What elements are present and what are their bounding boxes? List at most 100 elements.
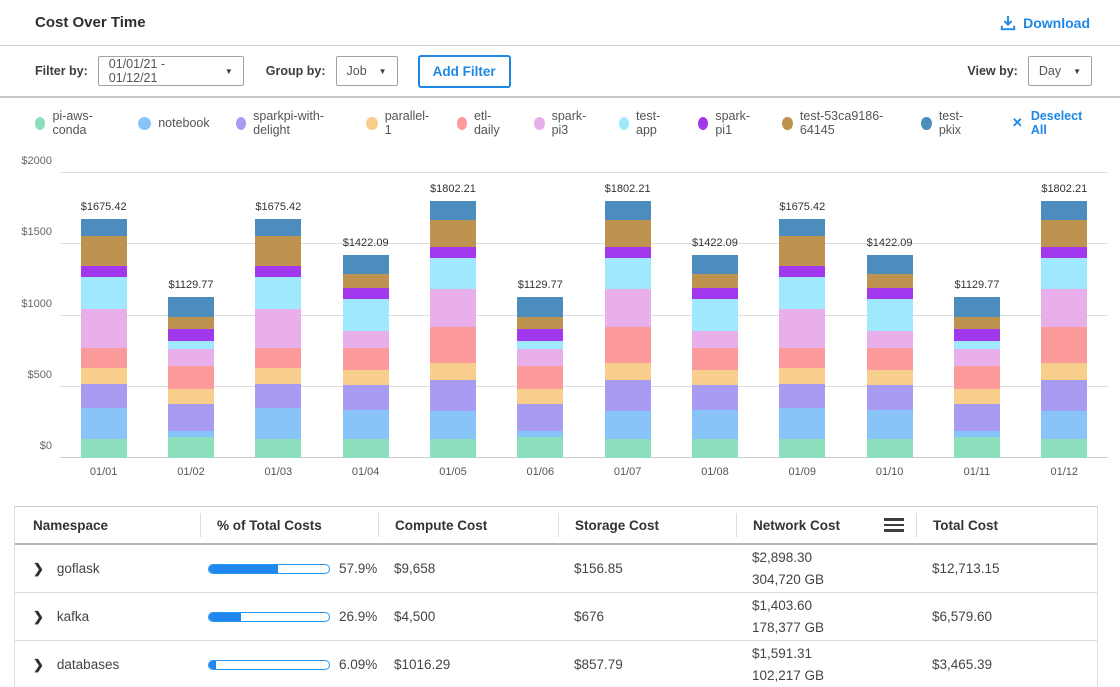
cost-over-time-panel: Cost Over Time Download Filter by: 01/01… [0, 0, 1120, 687]
legend-item-sparkpi-with-delight[interactable]: sparkpi-with-delight [236, 109, 340, 137]
x-axis-tick: 01/06 [497, 466, 584, 478]
legend-item-pi-aws-conda[interactable]: pi-aws-conda [35, 109, 112, 137]
bar-segment-pi-aws-conda [954, 437, 1000, 458]
chart-bar-01/02[interactable] [168, 297, 214, 458]
chart-bar-01/03[interactable] [255, 219, 301, 458]
chart-bar-01/06[interactable] [517, 297, 563, 458]
total-cost: $3,465.39 [916, 657, 1097, 672]
legend-label: pi-aws-conda [52, 109, 112, 137]
bar-total-label: $1129.77 [518, 279, 563, 291]
namespace-name: kafka [57, 609, 89, 624]
chart-bar-01/11[interactable] [954, 297, 1000, 458]
bar-segment-etl-daily [168, 366, 214, 389]
stacked-bar-chart: $0$500$1000$1500$2000$1675.42$1129.77$16… [0, 148, 1120, 500]
bar-total-label: $1675.42 [255, 201, 301, 213]
namespace-name: databases [57, 657, 119, 672]
view-by-select[interactable]: Day ▼ [1028, 56, 1092, 86]
bar-total-label: $1422.09 [867, 237, 913, 249]
network-cost: $1,403.60178,377 GB [736, 595, 916, 639]
bar-segment-parallel-1 [255, 368, 301, 384]
bar-segment-etl-daily [81, 348, 127, 368]
view-by-value: Day [1039, 64, 1061, 78]
bar-segment-test-53ca9186-64145 [692, 274, 738, 288]
legend-item-test-pkix[interactable]: test-pkix [921, 109, 975, 137]
bar-segment-test-53ca9186-64145 [81, 236, 127, 266]
date-range-select[interactable]: 01/01/21 - 01/12/21 ▼ [98, 56, 244, 86]
legend-item-parallel-1[interactable]: parallel-1 [366, 109, 430, 137]
bar-segment-sparkpi-with-delight [605, 380, 651, 412]
x-axis-tick: 01/12 [1021, 466, 1108, 478]
bar-total-label: $1802.21 [430, 183, 476, 195]
legend-item-test-app[interactable]: test-app [619, 109, 672, 137]
bars-container: $1675.42$1129.77$1675.42$1422.09$1802.21… [60, 173, 1108, 458]
bar-segment-etl-daily [255, 348, 301, 368]
bar-segment-test-pkix [343, 255, 389, 274]
chevron-down-icon: ▼ [379, 67, 387, 76]
legend-item-notebook[interactable]: notebook [138, 116, 209, 130]
chart-bar-01/05[interactable] [430, 201, 476, 458]
legend-label: parallel-1 [385, 109, 431, 137]
legend-item-test-53ca9186-64145[interactable]: test-53ca9186-64145 [782, 109, 895, 137]
bar-segment-test-app [255, 277, 301, 309]
bar-segment-pi-aws-conda [867, 439, 913, 458]
bar-segment-spark-pi1 [867, 288, 913, 299]
percent-progress-bar [208, 564, 330, 574]
group-by-select[interactable]: Job ▼ [336, 56, 398, 86]
bar-segment-test-53ca9186-64145 [343, 274, 389, 288]
legend-dot-icon [457, 117, 467, 130]
expand-chevron-icon[interactable]: ❯ [33, 657, 44, 673]
download-button[interactable]: Download [1000, 15, 1090, 31]
bar-segment-spark-pi1 [343, 288, 389, 299]
bar-segment-sparkpi-with-delight [343, 385, 389, 410]
chart-bar-01/10[interactable] [867, 255, 913, 458]
bar-segment-test-app [1041, 258, 1087, 290]
legend-item-spark-pi1[interactable]: spark-pi1 [698, 109, 756, 137]
bar-segment-pi-aws-conda [779, 439, 825, 458]
chart-bar-01/01[interactable] [81, 219, 127, 458]
bar-segment-notebook [779, 408, 825, 439]
bar-segment-spark-pi1 [779, 266, 825, 277]
network-cost: $2,898.30304,720 GB [736, 547, 916, 591]
column-menu-icon[interactable] [882, 516, 906, 534]
bar-segment-spark-pi1 [1041, 247, 1087, 257]
column-header-%-of-total-costs: % of Total Costs [200, 513, 378, 537]
legend-item-etl-daily[interactable]: etl-daily [457, 109, 509, 137]
chart-bar-01/09[interactable] [779, 219, 825, 458]
bar-segment-test-pkix [517, 297, 563, 316]
expand-chevron-icon[interactable]: ❯ [33, 609, 44, 625]
bar-segment-spark-pi1 [692, 288, 738, 299]
bar-segment-etl-daily [954, 366, 1000, 389]
chart-bar-01/12[interactable] [1041, 201, 1087, 458]
x-axis-tick: 01/07 [584, 466, 671, 478]
legend-item-spark-pi3[interactable]: spark-pi3 [534, 109, 592, 137]
expand-chevron-icon[interactable]: ❯ [33, 561, 44, 577]
y-axis-tick: $1500 [0, 226, 52, 238]
bar-segment-test-app [168, 341, 214, 348]
storage-cost: $156.85 [558, 561, 736, 576]
bar-segment-parallel-1 [779, 368, 825, 384]
deselect-all-button[interactable]: ✕ Deselect All [1012, 109, 1085, 137]
bar-segment-test-app [605, 258, 651, 290]
percent-label: 57.9% [339, 561, 377, 576]
legend-dot-icon [236, 117, 247, 130]
chart-bar-01/07[interactable] [605, 201, 651, 458]
legend-dot-icon [138, 117, 151, 130]
bar-segment-pi-aws-conda [692, 439, 738, 458]
deselect-all-label: Deselect All [1031, 109, 1085, 137]
bar-segment-sparkpi-with-delight [81, 384, 127, 408]
add-filter-button[interactable]: Add Filter [418, 55, 511, 88]
chart-bar-01/08[interactable] [692, 255, 738, 458]
legend-dot-icon [534, 117, 544, 130]
filter-by-label: Filter by: [35, 64, 88, 78]
bar-segment-sparkpi-with-delight [168, 404, 214, 432]
bar-segment-etl-daily [605, 327, 651, 364]
bar-segment-spark-pi3 [779, 309, 825, 348]
bar-total-label: $1422.09 [692, 237, 738, 249]
legend-label: test-pkix [939, 109, 976, 137]
table-row-kafka: ❯kafka26.9%$4,500$676$1,403.60178,377 GB… [15, 593, 1097, 641]
bar-segment-spark-pi3 [343, 331, 389, 348]
chart-bar-01/04[interactable] [343, 255, 389, 458]
x-axis-labels: 01/0101/0201/0301/0401/0501/0601/0701/08… [60, 466, 1108, 478]
bar-segment-notebook [81, 408, 127, 439]
bar-segment-notebook [430, 411, 476, 439]
